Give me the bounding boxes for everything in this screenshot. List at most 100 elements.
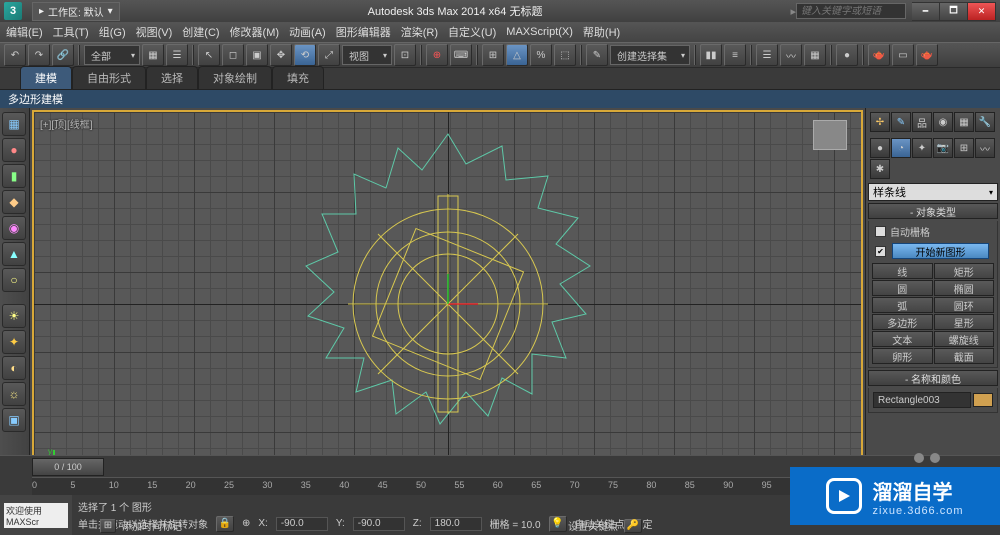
render-icon[interactable]: 🫖: [916, 44, 938, 66]
menu-grapheditors[interactable]: 图形编辑器: [336, 24, 391, 40]
time-config-icon[interactable]: ⊞: [100, 519, 116, 533]
menu-help[interactable]: 帮助(H): [583, 24, 620, 40]
minimize-button[interactable]: ━: [912, 2, 940, 21]
tab-modeling[interactable]: 建模: [20, 66, 72, 89]
render-frame-icon[interactable]: ▭: [892, 44, 914, 66]
palette-box-icon[interactable]: ▦: [2, 112, 26, 136]
app-icon[interactable]: 3: [4, 2, 22, 20]
shape-section-button[interactable]: 截面: [934, 348, 995, 364]
time-slider[interactable]: 0 / 100: [32, 458, 104, 476]
scale-icon[interactable]: ⤢: [318, 44, 340, 66]
geometry-icon[interactable]: ●: [870, 138, 890, 158]
palette-cylinder-icon[interactable]: ▮: [2, 164, 26, 188]
workspace-dropdown[interactable]: ▸ 工作区: 默认 ▾: [32, 2, 120, 21]
object-color-swatch[interactable]: [973, 393, 993, 407]
maximize-button[interactable]: 🗖: [940, 2, 968, 21]
help-search-input[interactable]: [796, 3, 906, 19]
lights-icon[interactable]: ✦: [912, 138, 932, 158]
keyboard-shortcut-icon[interactable]: ⌨: [450, 44, 472, 66]
maxscript-listener[interactable]: 欢迎使用 MAXScr: [4, 503, 68, 528]
palette-light3-icon[interactable]: ◐: [2, 356, 26, 380]
menu-edit[interactable]: 编辑(E): [6, 24, 43, 40]
snap-toggle-icon[interactable]: ⊞: [482, 44, 504, 66]
schematic-icon[interactable]: ▦: [804, 44, 826, 66]
menu-group[interactable]: 组(G): [99, 24, 126, 40]
palette-light-icon[interactable]: ☀: [2, 304, 26, 328]
hierarchy-panel-icon[interactable]: 品: [912, 112, 932, 132]
rect-select-icon[interactable]: ◻: [222, 44, 244, 66]
modify-panel-icon[interactable]: ✎: [891, 112, 911, 132]
shape-star-button[interactable]: 星形: [934, 314, 995, 330]
menu-animation[interactable]: 动画(A): [289, 24, 326, 40]
shape-circle-button[interactable]: 圆: [872, 280, 933, 296]
cameras-icon[interactable]: 📷: [933, 138, 953, 158]
rotate-icon[interactable]: ⟲: [294, 44, 316, 66]
shapes-icon[interactable]: ◔: [891, 138, 911, 158]
angle-snap-icon[interactable]: △: [506, 44, 528, 66]
move-icon[interactable]: ✥: [270, 44, 292, 66]
utilities-panel-icon[interactable]: 🔧: [975, 112, 995, 132]
autogrid-checkbox[interactable]: [875, 226, 886, 237]
palette-light2-icon[interactable]: ✦: [2, 330, 26, 354]
shape-ellipse-button[interactable]: 椭圆: [934, 280, 995, 296]
window-crossing-icon[interactable]: ▣: [246, 44, 268, 66]
spinner-snap-icon[interactable]: ⬚: [554, 44, 576, 66]
add-time-tag[interactable]: 添加时间标记: [122, 518, 182, 533]
undo-icon[interactable]: ↶: [4, 44, 26, 66]
motion-panel-icon[interactable]: ◉: [933, 112, 953, 132]
viewport-top[interactable]: [+][顶][线框]: [32, 110, 863, 498]
shape-arc-button[interactable]: 弧: [872, 297, 933, 313]
menu-tools[interactable]: 工具(T): [53, 24, 89, 40]
select-icon[interactable]: ▦: [142, 44, 164, 66]
shape-category-dropdown[interactable]: 样条线: [868, 183, 998, 201]
palette-plane-icon[interactable]: ◆: [2, 190, 26, 214]
display-panel-icon[interactable]: ▦: [954, 112, 974, 132]
menu-maxscript[interactable]: MAXScript(X): [506, 26, 573, 38]
setkey-button[interactable]: 设置关键点: [568, 518, 618, 533]
tab-selection[interactable]: 选择: [146, 66, 198, 89]
shape-rectangle-button[interactable]: 矩形: [934, 263, 995, 279]
shape-ngon-button[interactable]: 多边形: [872, 314, 933, 330]
spacewarps-icon[interactable]: 〰: [975, 138, 995, 158]
menu-rendering[interactable]: 渲染(R): [401, 24, 438, 40]
material-editor-icon[interactable]: ●: [836, 44, 858, 66]
shape-helix-button[interactable]: 螺旋线: [934, 331, 995, 347]
palette-camera-icon[interactable]: ▣: [2, 408, 26, 432]
palette-torus-icon[interactable]: ◉: [2, 216, 26, 240]
menu-modifiers[interactable]: 修改器(M): [230, 24, 280, 40]
viewcube-icon[interactable]: [813, 120, 847, 150]
link-icon[interactable]: 🔗: [52, 44, 74, 66]
viewport-label[interactable]: [+][顶][线框]: [40, 116, 93, 131]
close-button[interactable]: ✕: [968, 2, 996, 21]
create-panel-icon[interactable]: ✢: [870, 112, 890, 132]
tab-objectpaint[interactable]: 对象绘制: [198, 66, 272, 89]
startnew-checkbox[interactable]: ✔: [875, 246, 886, 257]
redo-icon[interactable]: ↷: [28, 44, 50, 66]
shape-line-button[interactable]: 线: [872, 263, 933, 279]
shape-egg-button[interactable]: 卵形: [872, 348, 933, 364]
shape-donut-button[interactable]: 圆环: [934, 297, 995, 313]
menu-view[interactable]: 视图(V): [136, 24, 173, 40]
start-new-shape-button[interactable]: 开始新图形: [892, 243, 989, 259]
editnamed-icon[interactable]: ✎: [586, 44, 608, 66]
menu-customize[interactable]: 自定义(U): [448, 24, 496, 40]
palette-cone-icon[interactable]: ▲: [2, 242, 26, 266]
pivot-icon[interactable]: ⊡: [394, 44, 416, 66]
tab-freeform[interactable]: 自由形式: [72, 66, 146, 89]
ref-coord-dropdown[interactable]: 视图: [342, 45, 392, 65]
manipulate-icon[interactable]: ⊕: [426, 44, 448, 66]
shape-text-button[interactable]: 文本: [872, 331, 933, 347]
layers-icon[interactable]: ☰: [756, 44, 778, 66]
rollout-objecttype[interactable]: - 对象类型: [868, 203, 998, 219]
render-setup-icon[interactable]: 🫖: [868, 44, 890, 66]
cursor-icon[interactable]: ↖: [198, 44, 220, 66]
helpers-icon[interactable]: ⊞: [954, 138, 974, 158]
align-icon[interactable]: ≡: [724, 44, 746, 66]
named-selection-dropdown[interactable]: 创建选择集: [610, 45, 690, 65]
key-filters-icon[interactable]: 🔑: [624, 519, 642, 533]
selection-filter-dropdown[interactable]: 全部: [84, 45, 140, 65]
rollout-namecolor[interactable]: - 名称和颜色: [868, 370, 998, 386]
curve-editor-icon[interactable]: 〰: [780, 44, 802, 66]
palette-tube-icon[interactable]: ○: [2, 268, 26, 292]
systems-icon[interactable]: ✱: [870, 159, 890, 179]
